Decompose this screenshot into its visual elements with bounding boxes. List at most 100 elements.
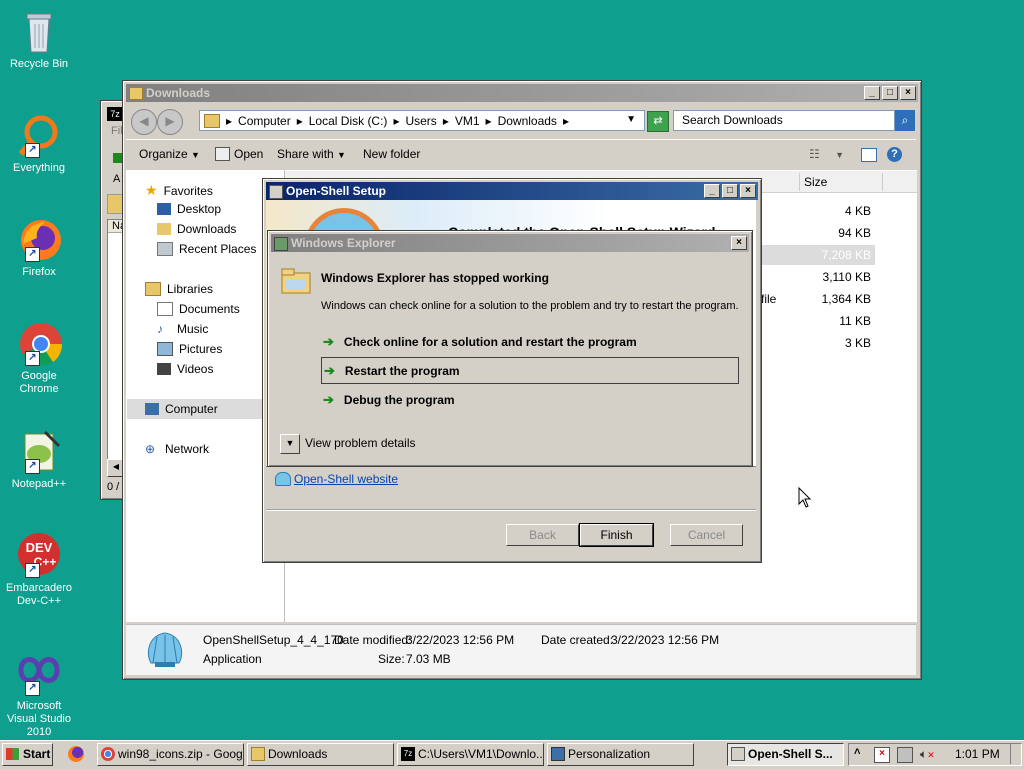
taskbar-item-personalization[interactable]: Personalization bbox=[547, 743, 694, 766]
nav-network[interactable]: ⊕ Network bbox=[145, 442, 209, 456]
desktop-icon-everything[interactable]: ↗ Everything bbox=[1, 112, 77, 175]
minimize-button[interactable]: _ bbox=[864, 86, 880, 100]
chevron-right-icon[interactable]: ▸ bbox=[297, 114, 303, 128]
file-size: 11 KB bbox=[839, 314, 871, 328]
chevron-right-icon[interactable]: ▸ bbox=[486, 114, 492, 128]
back-button[interactable]: Back bbox=[506, 524, 579, 546]
maximize-button[interactable]: □ bbox=[882, 86, 898, 100]
back-nav-button[interactable]: ◀ bbox=[131, 109, 157, 135]
taskbar-item-chrome[interactable]: win98_icons.zip - Googl... bbox=[97, 743, 244, 766]
option-restart-program[interactable]: ➔ Restart the program bbox=[321, 357, 739, 384]
everything-icon: ↗ bbox=[15, 112, 63, 160]
search-icon[interactable]: ⌕ bbox=[895, 110, 915, 131]
file-size: 94 KB bbox=[838, 226, 871, 240]
option-check-online[interactable]: ➔ Check online for a solution and restart… bbox=[323, 332, 741, 352]
organize-button[interactable]: Organize ▼ bbox=[139, 147, 200, 161]
breadcrumb-computer[interactable]: Computer bbox=[238, 114, 291, 128]
nav-downloads[interactable]: Downloads bbox=[157, 222, 236, 236]
start-button[interactable]: Start bbox=[2, 743, 53, 766]
desktop-icon-firefox[interactable]: ↗ Firefox bbox=[1, 216, 77, 279]
view-problem-details-label[interactable]: View problem details bbox=[305, 436, 416, 450]
desktop-icon-devcpp[interactable]: DEV C++ ↗ Embarcadero Dev-C++ bbox=[1, 532, 77, 608]
volume-muted-icon[interactable]: 🔈︎✕ bbox=[920, 747, 935, 762]
setup-titlebar[interactable]: Open-Shell Setup _ □ × bbox=[266, 182, 758, 200]
open-shell-website-link[interactable]: Open-Shell website bbox=[294, 472, 398, 486]
nav-pictures[interactable]: Pictures bbox=[157, 342, 222, 356]
show-desktop-button[interactable] bbox=[1010, 744, 1021, 764]
explorer-title: Downloads bbox=[146, 86, 211, 100]
nav-documents[interactable]: Documents bbox=[157, 302, 240, 316]
tray-expand-icon[interactable]: ˄ bbox=[854, 746, 860, 758]
forward-nav-button[interactable]: ▶ bbox=[157, 109, 183, 135]
error-dialog-titlebar[interactable]: Windows Explorer × bbox=[271, 234, 749, 252]
desktop-icon-recycle-bin[interactable]: Recycle Bin bbox=[1, 8, 77, 71]
finish-button[interactable]: Finish bbox=[579, 523, 654, 547]
column-header-size[interactable]: Size bbox=[799, 173, 883, 191]
quick-launch-firefox-icon[interactable] bbox=[68, 746, 84, 762]
help-icon[interactable]: ? bbox=[887, 147, 902, 162]
clock[interactable]: 1:01 PM bbox=[955, 747, 1000, 761]
refresh-icon[interactable]: ⇄ bbox=[647, 111, 669, 132]
view-details-toggle[interactable]: ▼ bbox=[280, 434, 300, 454]
desktop-icon-notepadpp[interactable]: ↗ Notepad++ bbox=[1, 428, 77, 491]
details-size-label: Size: bbox=[378, 652, 405, 666]
svg-text:DEV: DEV bbox=[26, 540, 53, 555]
preview-pane-icon[interactable] bbox=[861, 148, 877, 162]
breadcrumb-vm1[interactable]: VM1 bbox=[455, 114, 480, 128]
option-debug-program[interactable]: ➔ Debug the program bbox=[323, 390, 741, 410]
nav-libraries[interactable]: Libraries bbox=[145, 282, 213, 296]
error-message: Windows can check online for a solution … bbox=[321, 300, 739, 312]
desktop-icon-label: Embarcadero Dev-C++ bbox=[5, 582, 73, 607]
shortcut-arrow-icon: ↗ bbox=[25, 247, 40, 262]
desktop-icon-chrome[interactable]: ↗ Google Chrome bbox=[1, 320, 77, 396]
open-button[interactable]: Open bbox=[215, 147, 263, 161]
explorer-titlebar[interactable]: Downloads _ □ × bbox=[126, 84, 918, 102]
details-date-created: 3/22/2023 12:56 PM bbox=[611, 633, 720, 647]
view-options-icon[interactable]: ☷ ▼ bbox=[809, 147, 844, 161]
nav-videos[interactable]: Videos bbox=[157, 362, 213, 376]
network-tray-icon[interactable] bbox=[897, 747, 913, 763]
nav-favorites[interactable]: ★ Favorites bbox=[145, 182, 213, 199]
documents-icon bbox=[157, 302, 173, 316]
new-folder-button[interactable]: New folder bbox=[363, 147, 420, 161]
taskbar-item-open-shell-setup[interactable]: Open-Shell S... bbox=[727, 743, 844, 766]
chevron-right-icon: ▸ bbox=[226, 113, 233, 128]
taskbar-item-downloads[interactable]: Downloads bbox=[247, 743, 394, 766]
nav-desktop[interactable]: Desktop bbox=[157, 202, 221, 216]
minimize-button[interactable]: _ bbox=[704, 184, 720, 198]
explorer-app-icon bbox=[274, 237, 288, 251]
chevron-right-icon[interactable]: ▸ bbox=[443, 114, 449, 128]
notepadpp-icon: ↗ bbox=[15, 428, 63, 476]
recycle-bin-icon bbox=[15, 8, 63, 56]
nav-computer[interactable]: Computer bbox=[145, 402, 218, 416]
search-input[interactable]: Search Downloads bbox=[673, 110, 895, 131]
close-button[interactable]: × bbox=[740, 184, 756, 198]
taskbar-item-7zip[interactable]: 7z C:\Users\VM1\Downlo... bbox=[397, 743, 544, 766]
action-center-icon[interactable]: × bbox=[874, 747, 890, 763]
address-dropdown-icon[interactable]: ▼ bbox=[626, 114, 636, 125]
breadcrumb-users[interactable]: Users bbox=[405, 114, 436, 128]
chevron-right-icon[interactable]: ▸ bbox=[393, 114, 399, 128]
cancel-button[interactable]: Cancel bbox=[670, 524, 743, 546]
share-with-button[interactable]: Share with ▼ bbox=[277, 147, 346, 161]
green-arrow-icon: ➔ bbox=[323, 392, 334, 407]
libraries-icon bbox=[145, 282, 161, 296]
file-size: 4 KB bbox=[844, 204, 871, 218]
breadcrumb-local-disk[interactable]: Local Disk (C:) bbox=[309, 114, 388, 128]
chevron-right-icon[interactable]: ▸ bbox=[563, 114, 569, 128]
close-button[interactable]: × bbox=[731, 236, 747, 250]
details-date-modified-label: Date modified: bbox=[334, 633, 412, 647]
details-date-created-label: Date created: bbox=[541, 633, 614, 647]
desktop-icon-visual-studio[interactable]: ↗ Microsoft Visual Studio 2010 bbox=[1, 650, 77, 739]
breadcrumb-downloads[interactable]: Downloads bbox=[498, 114, 557, 128]
nav-music[interactable]: ♪ Music bbox=[157, 322, 208, 336]
folder-icon bbox=[129, 87, 143, 100]
shortcut-arrow-icon: ↗ bbox=[25, 563, 40, 578]
explorer-error-dialog[interactable]: Windows Explorer × Windows Explorer has … bbox=[267, 230, 753, 467]
close-button[interactable]: × bbox=[900, 86, 916, 100]
nav-recent-places[interactable]: Recent Places bbox=[157, 242, 256, 256]
address-bar[interactable]: ▸ Computer ▸ Local Disk (C:) ▸ Users ▸ VM1 ▸… bbox=[199, 110, 645, 131]
maximize-button[interactable]: □ bbox=[722, 184, 738, 198]
details-file-name: OpenShellSetup_4_4_170 bbox=[203, 633, 344, 647]
desktop-icon bbox=[157, 203, 171, 215]
